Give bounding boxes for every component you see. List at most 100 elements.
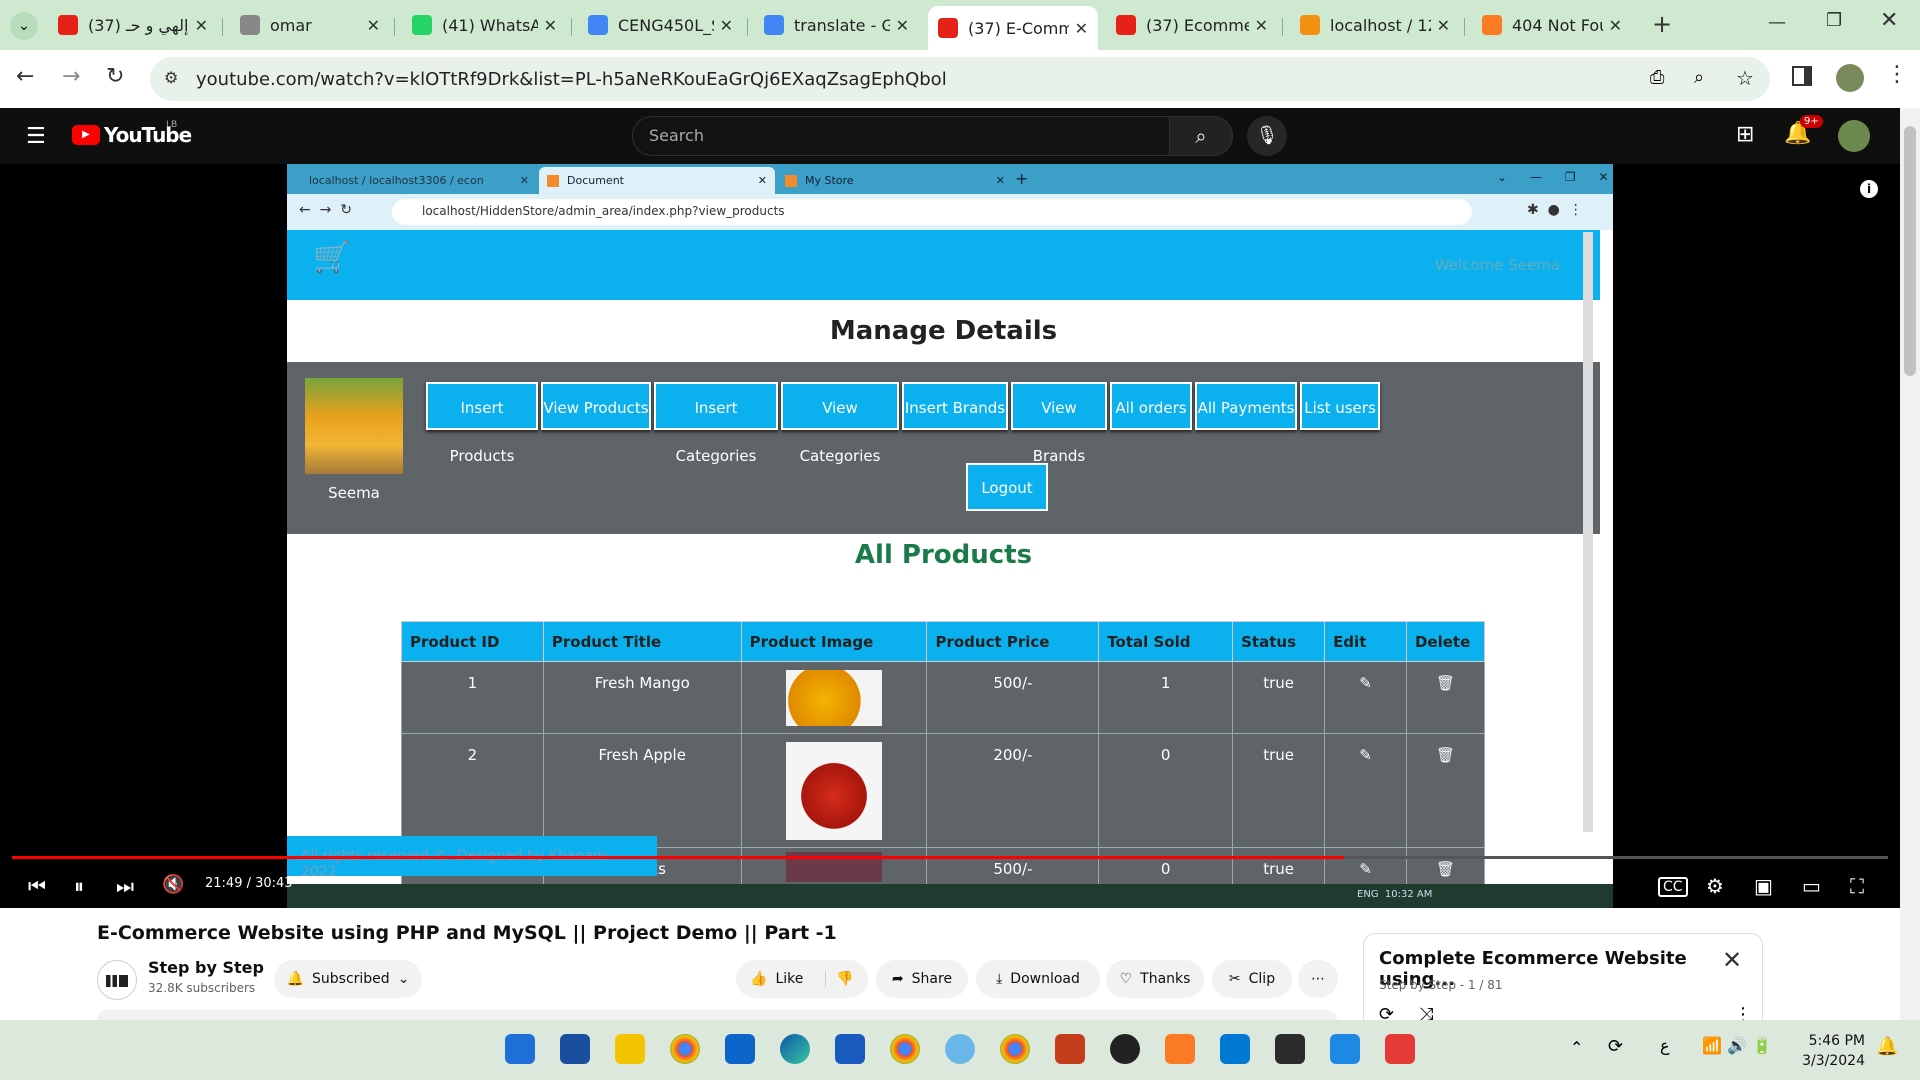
terminal-icon[interactable] — [1275, 1034, 1305, 1064]
chrome-alt-icon[interactable] — [1000, 1034, 1030, 1064]
input-language[interactable]: ع — [1660, 1036, 1670, 1055]
media-player-icon[interactable] — [1110, 1034, 1140, 1064]
youtube-logo-text[interactable]: YouTube — [104, 123, 192, 147]
tab-label: omar — [270, 15, 312, 35]
word-icon[interactable] — [835, 1034, 865, 1064]
browser-tab[interactable]: translate - Go ✕ — [754, 8, 919, 42]
mail-icon[interactable] — [725, 1034, 755, 1064]
tray-chevron-icon[interactable]: ⌃ — [1570, 1038, 1583, 1057]
description-box[interactable] — [97, 1010, 1337, 1020]
close-tab-icon[interactable]: ✕ — [367, 16, 380, 35]
close-tab-icon[interactable]: ✕ — [544, 16, 557, 35]
close-tab-icon[interactable]: ✕ — [1075, 19, 1088, 38]
scissors-icon: ✂ — [1228, 971, 1241, 987]
close-tab-icon[interactable]: ✕ — [1255, 16, 1268, 35]
theater-mode-icon[interactable]: ▭ — [1802, 874, 1821, 898]
chrome-icon[interactable] — [670, 1034, 700, 1064]
close-tab-icon[interactable]: ✕ — [1437, 16, 1450, 35]
close-tab-icon[interactable]: ✕ — [720, 16, 733, 35]
browser-tab[interactable]: CENG450L_S ✕ — [578, 8, 743, 42]
like-button[interactable]: 👍 Like 👎 — [736, 960, 868, 998]
browser-tab[interactable]: (37) E-Comm ✕ — [928, 6, 1098, 50]
close-tab-icon[interactable]: ✕ — [896, 16, 909, 35]
side-panel-icon[interactable] — [1792, 66, 1812, 86]
browser-tab[interactable]: (41) WhatsAp ✕ — [402, 8, 567, 42]
sync-icon[interactable]: ⟳ — [1608, 1036, 1623, 1057]
product-status: true — [1232, 733, 1326, 848]
browser-tab[interactable]: 404 Not Fou ✕ — [1472, 8, 1632, 42]
previous-icon[interactable]: ⏮ — [28, 874, 46, 898]
search-button[interactable]: ⌕ — [1169, 116, 1233, 156]
xampp-icon[interactable] — [1165, 1034, 1195, 1064]
video-frame[interactable]: localhost / localhost3306 / econ ✕ Docume… — [287, 164, 1613, 908]
back-icon[interactable]: ← — [16, 64, 34, 89]
chrome-profile-icon[interactable] — [890, 1034, 920, 1064]
search-input[interactable]: Search — [632, 116, 1170, 156]
clip-button[interactable]: ✂ Clip — [1212, 960, 1292, 998]
close-playlist-icon[interactable]: ✕ — [1722, 946, 1742, 974]
notepad-icon[interactable] — [1330, 1034, 1360, 1064]
app-icon[interactable] — [945, 1034, 975, 1064]
scrollbar-thumb[interactable] — [1904, 126, 1916, 376]
column-header: Product Image — [740, 621, 928, 662]
inner-extensions-icon: ✱ ● ⋮ — [1527, 202, 1583, 218]
start-icon[interactable] — [505, 1034, 535, 1064]
pause-icon[interactable]: ⏸ — [74, 874, 84, 898]
zoom-icon[interactable]: ⌕ — [1694, 67, 1704, 88]
anydesk-icon[interactable] — [1385, 1034, 1415, 1064]
tab-separator — [747, 18, 748, 36]
reload-icon[interactable]: ↻ — [106, 64, 124, 89]
download-button[interactable]: ⤓ Download — [976, 960, 1100, 998]
close-window-button[interactable]: ✕ — [1880, 8, 1898, 33]
more-actions-button[interactable]: ⋯ — [1298, 960, 1338, 998]
share-button[interactable]: ➦ Share — [876, 960, 968, 998]
bookmark-star-icon[interactable]: ☆ — [1736, 66, 1754, 90]
dislike-icon[interactable]: 👎 — [825, 971, 854, 987]
mute-icon[interactable]: 🔇 — [162, 874, 184, 895]
account-avatar[interactable] — [1838, 120, 1870, 152]
progress-bar[interactable] — [12, 856, 1888, 859]
notification-center-icon[interactable]: 🔔 — [1876, 1036, 1898, 1057]
page-scrollbar[interactable] — [1900, 108, 1920, 1020]
site-info-icon[interactable]: ⚙ — [164, 68, 178, 87]
restore-button[interactable]: ❐ — [1826, 10, 1842, 31]
file-explorer-icon[interactable] — [615, 1034, 645, 1064]
hamburger-menu-icon[interactable]: ☰ — [26, 124, 46, 149]
voice-search-icon[interactable]: 🎙 — [1247, 116, 1287, 156]
info-icon[interactable]: i — [1860, 180, 1878, 198]
channel-avatar[interactable] — [97, 960, 137, 1000]
edge-icon[interactable] — [780, 1034, 810, 1064]
install-app-icon[interactable]: ⎙ — [1650, 67, 1664, 88]
url-text[interactable]: youtube.com/watch?v=klOTtRf9Drk&list=PL-… — [196, 69, 947, 90]
create-video-icon[interactable]: ⊞ — [1736, 122, 1754, 147]
forward-icon[interactable]: → — [62, 64, 80, 89]
captions-icon[interactable]: CC — [1658, 877, 1688, 897]
new-tab-button[interactable]: + — [1652, 10, 1672, 38]
youtube-logo-icon[interactable]: ▶ — [72, 125, 100, 145]
browser-tab[interactable]: (37) Ecomme ✕ — [1106, 8, 1278, 42]
menu-kebab-icon[interactable]: ⋮ — [1886, 62, 1908, 87]
browser-tab[interactable]: (37) إلهي و حـ ✕ — [48, 8, 218, 42]
vscode-icon[interactable] — [1220, 1034, 1250, 1064]
browser-tab[interactable]: localhost / 12 ✕ — [1290, 8, 1460, 42]
video-player[interactable]: localhost / localhost3306 / econ ✕ Docume… — [0, 164, 1900, 908]
powerpoint-icon[interactable] — [1055, 1034, 1085, 1064]
next-icon[interactable]: ⏭ — [116, 874, 134, 898]
channel-name[interactable]: Step by Step — [148, 958, 264, 977]
minimize-button[interactable]: — — [1768, 12, 1786, 33]
url-omnibox[interactable]: ⚙ youtube.com/watch?v=klOTtRf9Drk&list=P… — [150, 57, 1770, 101]
fullscreen-icon[interactable]: ⛶ — [1850, 874, 1864, 898]
settings-gear-icon[interactable]: ⚙ — [1706, 874, 1724, 898]
wifi-volume-battery-icons[interactable]: 📶 🔊 🔋 — [1702, 1036, 1772, 1055]
store-icon[interactable] — [560, 1034, 590, 1064]
subscribed-button[interactable]: 🔔 Subscribed ⌄ — [274, 960, 422, 998]
thanks-button[interactable]: ♡ Thanks — [1106, 960, 1204, 998]
profile-avatar[interactable] — [1836, 64, 1864, 92]
system-clock[interactable]: 5:46 PM 3/3/2024 — [1790, 1031, 1865, 1071]
miniplayer-icon[interactable]: ▣ — [1754, 874, 1773, 898]
close-tab-icon[interactable]: ✕ — [195, 16, 208, 35]
delete-icon: 🗑 — [1405, 661, 1486, 734]
tab-search-button[interactable]: ⌄ — [10, 12, 38, 40]
browser-tab[interactable]: omar ✕ — [230, 8, 390, 42]
close-tab-icon[interactable]: ✕ — [1609, 16, 1622, 35]
